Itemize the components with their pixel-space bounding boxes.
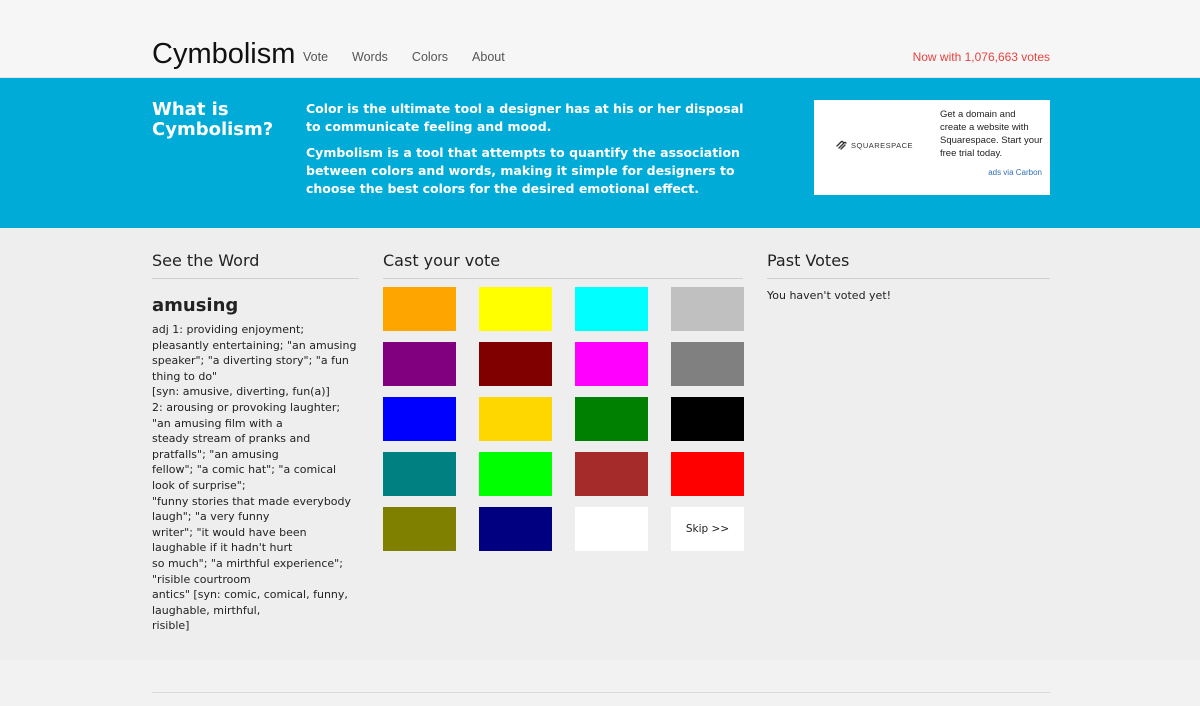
color-swatch-gray[interactable] xyxy=(671,342,744,386)
nav-colors[interactable]: Colors xyxy=(412,50,448,64)
color-swatch-red[interactable] xyxy=(671,452,744,496)
main-nav: Vote Words Colors About xyxy=(303,50,529,64)
ad-text[interactable]: Get a domain and create a website with S… xyxy=(940,108,1044,160)
color-swatch-maroon[interactable] xyxy=(479,342,552,386)
color-swatch-olive[interactable] xyxy=(383,507,456,551)
color-swatch-yellow[interactable] xyxy=(479,287,552,331)
color-swatch-orange[interactable] xyxy=(383,287,456,331)
ad-brand-name: SQUARESPACE xyxy=(851,140,914,150)
sponsor-ad[interactable]: SQUARESPACE Get a domain and create a we… xyxy=(814,100,1050,195)
past-votes-section: Past Votes You haven't voted yet! xyxy=(767,251,1050,302)
intro-text: Color is the ultimate tool a designer ha… xyxy=(306,100,746,206)
color-swatch-purple[interactable] xyxy=(383,342,456,386)
color-swatch-blue[interactable] xyxy=(383,397,456,441)
color-swatch-green[interactable] xyxy=(575,397,648,441)
color-swatch-cyan[interactable] xyxy=(575,287,648,331)
intro-paragraph-2: Cymbolism is a tool that attempts to qua… xyxy=(306,145,740,196)
nav-vote[interactable]: Vote xyxy=(303,50,328,64)
skip-button[interactable]: Skip >> xyxy=(671,507,744,551)
nav-about[interactable]: About xyxy=(472,50,505,64)
footer-divider xyxy=(152,692,1050,693)
color-swatch-gold[interactable] xyxy=(479,397,552,441)
vote-section: Cast your vote Skip >> xyxy=(383,251,744,551)
word-definition: adj 1: providing enjoyment; pleasantly e… xyxy=(152,323,357,633)
word-section-heading: See the Word xyxy=(152,251,359,279)
vote-count: Now with 1,076,663 votes xyxy=(912,50,1050,64)
ad-via-link[interactable]: ads via Carbon xyxy=(988,168,1042,177)
color-swatch-navy[interactable] xyxy=(479,507,552,551)
word-section: See the Word amusing adj 1: providing en… xyxy=(152,251,359,634)
past-votes-empty: You haven't voted yet! xyxy=(767,289,892,302)
site-logo[interactable]: Cymbolism xyxy=(152,38,295,71)
vote-section-heading: Cast your vote xyxy=(383,251,743,279)
intro-banner: What is Cymbolism? Color is the ultimate… xyxy=(0,78,1200,228)
squarespace-icon xyxy=(836,140,847,150)
site-header: Cymbolism Vote Words Colors About Now wi… xyxy=(0,0,1200,78)
color-swatch-lime[interactable] xyxy=(479,452,552,496)
color-swatch-magenta[interactable] xyxy=(575,342,648,386)
intro-paragraph-1: Color is the ultimate tool a designer ha… xyxy=(306,101,744,134)
current-word: amusing xyxy=(152,295,239,316)
color-swatch-silver[interactable] xyxy=(671,287,744,331)
color-swatch-white[interactable] xyxy=(575,507,648,551)
nav-words[interactable]: Words xyxy=(352,50,388,64)
color-swatch-brown[interactable] xyxy=(575,452,648,496)
color-swatch-black[interactable] xyxy=(671,397,744,441)
past-votes-heading: Past Votes xyxy=(767,251,1050,279)
squarespace-logo[interactable]: SQUARESPACE xyxy=(836,140,913,150)
intro-title: What is Cymbolism? xyxy=(152,99,274,140)
footer-area xyxy=(0,660,1200,706)
color-swatch-teal[interactable] xyxy=(383,452,456,496)
